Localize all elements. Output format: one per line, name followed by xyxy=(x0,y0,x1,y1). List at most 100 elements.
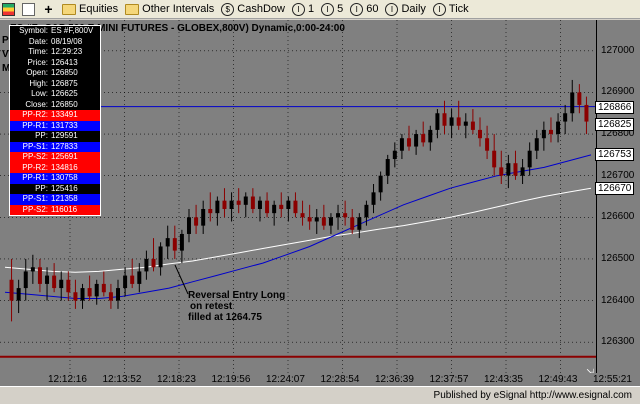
toolbar-button-other-intervals[interactable]: Other Intervals xyxy=(123,1,219,18)
toolbar-button-60[interactable]: I 60 xyxy=(348,1,383,18)
toolbar-button-grid[interactable] xyxy=(0,1,20,18)
candle-body xyxy=(584,104,589,122)
candle-body xyxy=(435,113,440,130)
candle-body xyxy=(442,113,447,126)
databox-row: PP: 129591 xyxy=(10,131,100,142)
databox-value: 12:29:23 xyxy=(51,47,83,56)
candle-body xyxy=(66,279,71,293)
databox-row: PP-S1: 127833 xyxy=(10,141,100,152)
databox-value: 134816 xyxy=(51,162,78,172)
databox-row: PP-R2: 134816 xyxy=(10,162,100,173)
candle-body xyxy=(293,200,298,214)
databox-row: PP-S1: 121358 xyxy=(10,194,100,205)
databox-value: 116016 xyxy=(51,204,78,214)
candle-body xyxy=(250,196,255,209)
candle-body xyxy=(123,275,128,289)
toolbar-button-equities[interactable]: Equities xyxy=(60,1,123,18)
time-tick-label: 12:49:43 xyxy=(538,374,578,385)
candle-body xyxy=(321,217,326,226)
candle-body xyxy=(272,204,277,214)
candle-body xyxy=(265,200,270,214)
candle-body xyxy=(414,134,419,147)
candle-body xyxy=(421,134,426,143)
annotation-line: filled at 1264.75 xyxy=(188,312,262,323)
databox-key: PP: xyxy=(35,183,48,193)
databox-value: 130758 xyxy=(51,173,78,182)
toolbar-button-page[interactable] xyxy=(20,1,40,18)
candle-body xyxy=(144,258,149,272)
databox-row: PP-R2: 133491 xyxy=(10,110,100,121)
toolbar-button-1[interactable]: I1 xyxy=(290,1,319,18)
price-tick-label: 126300 xyxy=(601,336,635,348)
toolbar-button-5[interactable]: I5 xyxy=(319,1,348,18)
candle-body xyxy=(101,283,106,293)
candle-body xyxy=(137,271,142,284)
databox-row: Price: 126413 xyxy=(10,58,100,69)
publisher-credit: Published by eSignal http://www.esignal.… xyxy=(433,390,632,401)
candle-body xyxy=(108,292,113,301)
databox-value: 126625 xyxy=(51,89,78,98)
candle-body xyxy=(314,217,319,222)
toolbar-button-daily[interactable]: I Daily xyxy=(383,1,430,18)
databox-key: PP-R1: xyxy=(22,173,48,182)
candle-body xyxy=(506,163,511,176)
price-tick-label: 126500 xyxy=(601,252,635,264)
candle-body xyxy=(492,150,497,168)
interval-icon: I xyxy=(291,2,305,16)
databox-row: Symbol: ES #F,800V xyxy=(10,26,100,37)
candle-body xyxy=(357,217,362,230)
databox-key: PP-R1: xyxy=(22,120,48,130)
time-tick-label: 12:13:52 xyxy=(102,374,142,385)
price-tick-label: 127000 xyxy=(601,44,635,56)
folder-icon xyxy=(62,3,76,15)
candle-body xyxy=(570,92,575,114)
price-marker-badge: 126753 xyxy=(595,147,635,161)
toolbar-button-plus[interactable]: + xyxy=(40,1,60,18)
candle-body xyxy=(350,217,355,230)
databox-key: PP: xyxy=(35,131,48,140)
candle-body xyxy=(371,192,376,205)
databox-value: 125416 xyxy=(51,183,78,193)
candle-body xyxy=(520,167,525,176)
toolbar-button-tick[interactable]: I Tick xyxy=(431,1,474,18)
databox-value: ES #F,800V xyxy=(51,26,94,35)
databox-row: Time: 12:29:23 xyxy=(10,47,100,58)
annotation-pointer xyxy=(174,264,189,295)
databox-row: High: 126875 xyxy=(10,79,100,90)
databox-value: 133491 xyxy=(51,110,78,119)
candle-body xyxy=(158,246,163,268)
candle-body xyxy=(343,213,348,218)
databox-row: PP: 125416 xyxy=(10,184,100,195)
candle-body xyxy=(229,200,234,209)
databox-row: Date: 08/19/08 xyxy=(10,37,100,48)
toolbar-button-cashdow[interactable]: $ CashDow xyxy=(219,1,290,18)
databox-key: Time: xyxy=(28,47,48,56)
databox-row: PP-R1: 131733 xyxy=(10,120,100,131)
candle-body xyxy=(548,129,553,135)
candle-body xyxy=(16,288,21,301)
time-axis[interactable]: 12:12:16 12:13:52 12:18:23 12:19:56 12:24:07… xyxy=(0,373,640,386)
time-tick-label: 12:24:07 xyxy=(266,374,305,385)
grid-icon xyxy=(2,2,15,16)
time-tick-label: 12:18:23 xyxy=(157,374,196,385)
price-tick-label: 126600 xyxy=(601,211,635,223)
databox-value: 121358 xyxy=(51,194,78,203)
toolbar-button-label: Equities xyxy=(79,3,119,15)
candle-body xyxy=(534,138,539,151)
folder-icon xyxy=(125,3,140,15)
candle-body xyxy=(165,238,170,247)
databox-value: 125691 xyxy=(51,152,78,161)
databox-value: 126850 xyxy=(51,99,78,109)
databox-key: PP-R2: xyxy=(22,162,48,172)
candle-body xyxy=(449,117,454,126)
price-axis[interactable]: 127000 126900 126800 126700 126600 126500 1264… xyxy=(595,20,640,373)
candle-body xyxy=(328,217,333,226)
chart-plot-area[interactable]: ES #F...S&P 500 E MINI FUTURES - GLOBEX,… xyxy=(0,20,596,373)
databox-value: 126850 xyxy=(51,68,78,77)
annotation-line: Reversal Entry Long xyxy=(188,290,286,301)
candle-body xyxy=(407,138,412,147)
candle-body xyxy=(364,204,369,218)
toolbar-button-label: Daily xyxy=(401,3,426,15)
candle-body xyxy=(428,129,433,143)
databox-key: Low: xyxy=(31,89,48,98)
